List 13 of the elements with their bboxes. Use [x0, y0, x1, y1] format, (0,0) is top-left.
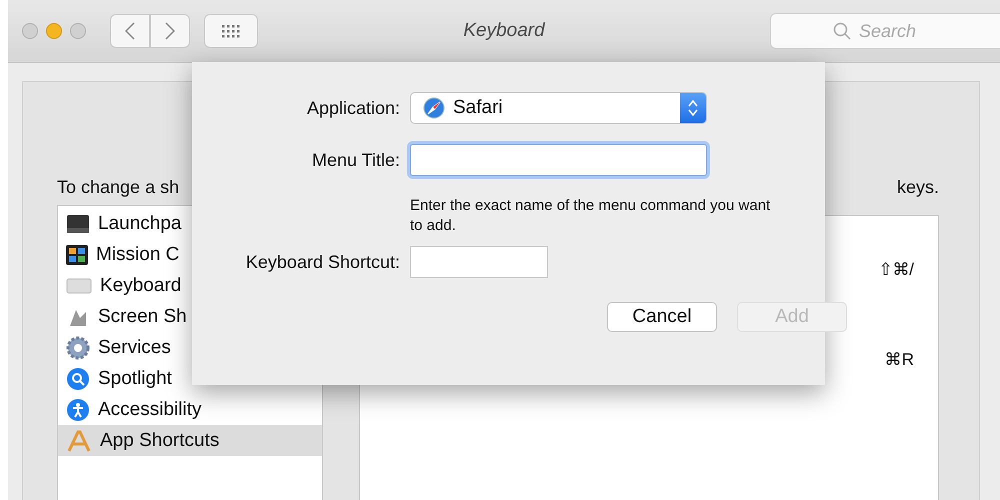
- shortcut-keys: ⌘R: [884, 348, 914, 370]
- shortcut-keys: ⇧⌘/: [878, 258, 914, 280]
- instruction-text: keys.: [896, 177, 939, 199]
- dialog-button[interactable]: Cancel: [607, 302, 717, 332]
- field-label: Keyboard Shortcut:: [244, 250, 401, 274]
- instruction-text: To change a sh: [57, 177, 180, 199]
- field-label: Application:: [306, 96, 401, 120]
- category-item[interactable]: App Shortcuts: [58, 425, 322, 456]
- window-title: Keyboard: [463, 20, 545, 42]
- application-popup[interactable]: Safari: [410, 92, 707, 124]
- hint-text: Enter the exact name of the menu command you want to add.: [410, 196, 772, 236]
- field-label: Menu Title:: [310, 148, 401, 172]
- category-item[interactable]: Accessibility: [58, 394, 322, 425]
